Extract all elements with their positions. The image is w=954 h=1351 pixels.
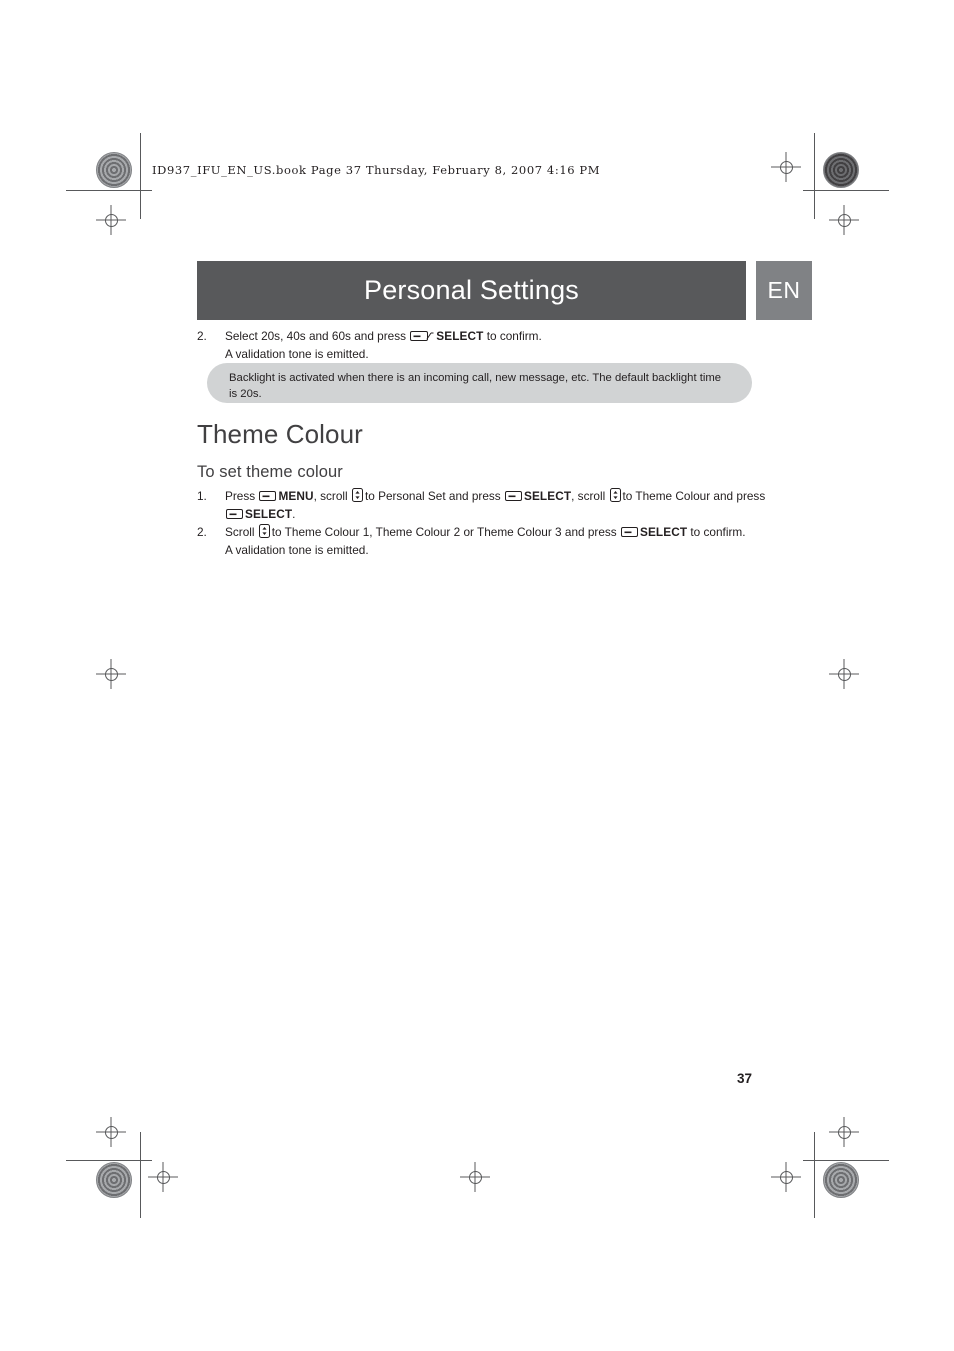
scroll-key-icon (609, 488, 621, 502)
language-tag: EN (767, 277, 801, 303)
step-text-options: to Theme Colour 1, Theme Colour 2 or The… (271, 525, 617, 540)
trim-line-top-right-v (814, 133, 815, 219)
step-text-scroll: Scroll (225, 525, 255, 540)
registration-dot-top-left (96, 152, 132, 188)
top-step-block: 2. Select 20s, 40s and 60s and press SEL… (197, 328, 812, 364)
step-number: 1. (197, 489, 207, 503)
crosshair-top-center (771, 152, 801, 182)
page-number: 37 (737, 1071, 753, 1086)
crosshair-left-middle (96, 659, 126, 689)
crosshair-bottom-center (460, 1162, 490, 1192)
note-text: Backlight is activated when there is an … (229, 372, 722, 401)
step-text-a: , scroll (313, 489, 348, 503)
crosshair-bottom-left-inner (148, 1162, 178, 1192)
step-key-select-2: SELECT (245, 506, 293, 521)
step-key-select: SELECT (639, 525, 688, 540)
step-text-press: Press (225, 489, 256, 503)
soft-key-icon (226, 508, 243, 520)
crosshair-left-bottom (96, 1117, 126, 1147)
list-item: 2. Select 20s, 40s and 60s and press SEL… (197, 328, 812, 363)
step-key-menu: MENU (278, 489, 314, 503)
step-text-b: to Personal Set and press (364, 489, 501, 503)
step-text-confirm: to confirm. (690, 525, 746, 540)
scroll-key-icon (258, 524, 270, 539)
crosshair-left-top (96, 205, 126, 235)
step-body: Press MENU, scroll to Personal Set and p… (225, 488, 817, 523)
trim-line-bottom-right-v (814, 1132, 815, 1218)
list-item: 1. Press MENU, scroll to Personal Set an… (197, 488, 817, 523)
step-text-after: to confirm. (486, 329, 542, 343)
crosshair-right-bottom (829, 1117, 859, 1147)
language-tag-box: EN (756, 261, 812, 320)
trim-line-top-right-h (803, 190, 889, 191)
step-key-select-1: SELECT (523, 489, 572, 503)
steps-list: 1. Press MENU, scroll to Personal Set an… (197, 488, 817, 561)
crosshair-right-top (829, 205, 859, 235)
trim-line-bottom-right-h (803, 1160, 889, 1161)
soft-key-icon (504, 490, 522, 502)
step-body: Scroll to Theme Colour 1, Theme Colour 2… (225, 524, 817, 559)
step-number: 2. (197, 329, 207, 343)
step-number: 2. (197, 525, 207, 540)
soft-key-icon (410, 330, 434, 342)
section-subheading: To set theme colour (197, 463, 343, 481)
note-callout: Backlight is activated when there is an … (207, 363, 752, 403)
crosshair-right-middle (829, 659, 859, 689)
list-item: 2. Scroll to Theme Colour 1, Theme Colou… (197, 524, 817, 559)
trim-line-bottom-left-v (140, 1132, 141, 1218)
step-sub-line: A validation tone is emitted. (225, 543, 369, 558)
step-text-end: . (292, 506, 296, 521)
page-title-bar: Personal Settings (197, 261, 746, 320)
soft-key-icon (620, 526, 638, 538)
section-heading: Theme Colour (197, 419, 363, 449)
trim-line-top-left-v (140, 133, 141, 219)
step-text-d: to Theme Colour and press (622, 489, 766, 503)
soft-key-icon (259, 490, 277, 502)
step-sub-line: A validation tone is emitted. (225, 346, 369, 361)
page-title: Personal Settings (363, 275, 580, 305)
registration-dot-bottom-right (823, 1162, 859, 1198)
step-text-before: Select 20s, 40s and 60s and press (225, 329, 407, 343)
crosshair-bottom-right-inner (771, 1162, 801, 1192)
registration-dot-top-right (823, 152, 859, 188)
registration-dot-bottom-left (96, 1162, 132, 1198)
step-body: Select 20s, 40s and 60s and press SELECT… (225, 328, 812, 363)
step-line-2: SELECT. (225, 506, 817, 524)
step-text-c: , scroll (571, 489, 606, 503)
scroll-key-icon (351, 488, 363, 502)
step-key-label: SELECT (436, 329, 484, 343)
book-file-header: ID937_IFU_EN_US.book Page 37 Thursday, F… (152, 163, 601, 177)
